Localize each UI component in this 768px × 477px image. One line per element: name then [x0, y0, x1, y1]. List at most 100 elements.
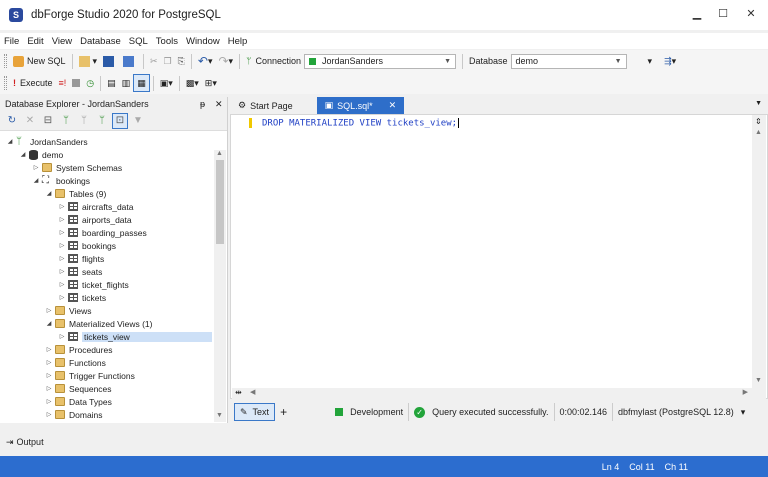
expand-icon[interactable]: ▷: [45, 359, 53, 366]
editor-hscrollbar[interactable]: ⇹ ◀ ▶: [232, 388, 752, 399]
output-panel-tab[interactable]: ⇥ Output: [0, 432, 768, 452]
tab-sql[interactable]: ▣ SQL.sql* ✕: [316, 97, 405, 114]
tree-item[interactable]: ▷ Functions: [45, 356, 106, 369]
close-icon[interactable]: ✕: [215, 99, 223, 110]
menu-window[interactable]: Window: [182, 36, 224, 47]
refresh-icon[interactable]: ↻: [4, 113, 20, 129]
scroll-left-icon[interactable]: ◀: [250, 388, 255, 396]
pin-icon[interactable]: ᵽ: [200, 99, 205, 109]
tree-item[interactable]: ▷ Views: [45, 304, 92, 317]
expand-icon[interactable]: ▷: [58, 242, 66, 249]
properties-icon[interactable]: ⊟: [40, 113, 56, 129]
screenshot-button[interactable]: ▩ ▾: [183, 74, 202, 92]
paste-button[interactable]: ⎘: [175, 52, 188, 70]
expand-icon[interactable]: ▷: [45, 372, 53, 379]
menu-sql[interactable]: SQL: [125, 36, 152, 47]
tree-item[interactable]: ◢ ⛶ bookings: [32, 174, 90, 187]
expand-icon[interactable]: ▷: [45, 307, 53, 314]
tree-item[interactable]: ▷ aircrafts_data: [58, 200, 134, 213]
collapse-icon[interactable]: ◢: [45, 320, 53, 327]
tabs-dropdown-icon[interactable]: ▼: [755, 100, 762, 107]
tree-item-selected[interactable]: ▷ tickets_view: [58, 330, 212, 343]
scroll-down-icon[interactable]: ▼: [216, 412, 223, 419]
expand-icon[interactable]: ▷: [45, 411, 53, 418]
database-combo[interactable]: demo ▼: [510, 53, 627, 69]
tree-item[interactable]: ◢ ᛘ JordanSanders: [6, 135, 88, 148]
expand-icon[interactable]: ▷: [58, 229, 66, 236]
execute-current-button[interactable]: ≡!: [56, 74, 70, 92]
new-connection-icon[interactable]: ᛘ: [58, 113, 74, 129]
options-button[interactable]: ⊞ ▾: [202, 74, 220, 92]
tree-item[interactable]: ▷ Domains: [45, 408, 103, 421]
disconnect-icon[interactable]: ᛘ: [94, 113, 110, 129]
tree-item[interactable]: ▷ Data Types: [45, 395, 112, 408]
collapse-icon[interactable]: ◢: [45, 190, 53, 197]
expand-icon[interactable]: ▷: [58, 255, 66, 262]
split-horizontal-icon[interactable]: ⇹: [235, 388, 242, 397]
tree-item[interactable]: ▷ System Schemas: [32, 161, 122, 174]
menu-tools[interactable]: Tools: [152, 36, 182, 47]
collapse-icon[interactable]: ◢: [32, 177, 40, 184]
tab-start-page[interactable]: ⚙ Start Page: [230, 97, 301, 114]
toolbar-grip[interactable]: [4, 76, 7, 90]
scroll-up-icon[interactable]: ▲: [216, 150, 223, 157]
expand-icon[interactable]: ▷: [58, 333, 66, 340]
tree-item[interactable]: ▷ ticket_flights: [58, 278, 129, 291]
redo-button[interactable]: ↷ ▾: [215, 52, 236, 70]
toolbar-overflow-button[interactable]: ▾: [645, 52, 656, 70]
tree-item[interactable]: ▷ airports_data: [58, 213, 132, 226]
tree-item[interactable]: ▷ bookings: [58, 239, 116, 252]
editor-scrollbar[interactable]: ⇕ ▲ ▼: [752, 115, 766, 400]
tree-item[interactable]: ▷ Trigger Functions: [45, 369, 135, 382]
expand-icon[interactable]: ▷: [58, 268, 66, 275]
expand-icon[interactable]: ▷: [58, 294, 66, 301]
execute-button[interactable]: ! Execute: [10, 74, 56, 92]
text-view-button[interactable]: ✎ Text: [234, 403, 276, 421]
menu-help[interactable]: Help: [224, 36, 252, 47]
filter-toggle-icon[interactable]: ⊡: [112, 112, 128, 129]
collapse-icon[interactable]: ◢: [19, 151, 27, 158]
expand-icon[interactable]: ▷: [58, 281, 66, 288]
expand-icon[interactable]: ▷: [58, 216, 66, 223]
close-tab-icon[interactable]: ✕: [389, 100, 397, 111]
comment-button[interactable]: ▤: [104, 74, 119, 92]
menu-database[interactable]: Database: [76, 36, 125, 47]
format-button[interactable]: ⇶ ▾: [661, 52, 679, 70]
tree-item[interactable]: ▷ Procedures: [45, 343, 113, 356]
copy-button[interactable]: ❐: [161, 52, 175, 70]
expand-icon[interactable]: ▷: [45, 385, 53, 392]
add-tab-button[interactable]: +: [275, 403, 292, 421]
new-sql-button[interactable]: New SQL: [10, 52, 69, 70]
close-window-button[interactable]: ✕: [734, 0, 768, 26]
expand-icon[interactable]: ▷: [45, 398, 53, 405]
filter-icon[interactable]: ▼: [130, 113, 146, 129]
toolbar-grip[interactable]: [4, 54, 7, 68]
tree-item[interactable]: ▷ boarding_passes: [58, 226, 147, 239]
delete-icon[interactable]: ✕: [22, 113, 38, 129]
edit-connection-icon[interactable]: ᛘ: [76, 113, 92, 129]
explorer-scrollbar[interactable]: ▲ ▼: [214, 150, 226, 422]
status-dropdown-icon[interactable]: ▾: [739, 403, 748, 421]
menu-view[interactable]: View: [48, 36, 76, 47]
results-toggle-button[interactable]: ▦: [133, 74, 150, 92]
tree-item[interactable]: ▷ Sequences: [45, 382, 112, 395]
save-button[interactable]: [100, 52, 120, 70]
menu-file[interactable]: File: [0, 36, 23, 47]
collapse-icon[interactable]: ◢: [6, 138, 14, 145]
connection-combo[interactable]: JordanSanders ▼: [304, 53, 457, 69]
sql-code[interactable]: DROP MATERIALIZED VIEW tickets_view;: [262, 118, 460, 129]
scroll-right-icon[interactable]: ▶: [743, 388, 748, 396]
expand-icon[interactable]: ▷: [58, 203, 66, 210]
tree-item[interactable]: ◢ Materialized Views (1): [45, 317, 153, 330]
tree-item[interactable]: ◢ Tables (9): [45, 187, 107, 200]
tree-item[interactable]: ▷ flights: [58, 252, 105, 265]
expand-icon[interactable]: ▷: [45, 346, 53, 353]
undo-button[interactable]: ↶ ▾: [195, 52, 216, 70]
layout-button[interactable]: ▣ ▾: [157, 74, 176, 92]
split-icon[interactable]: ⇕: [755, 117, 762, 126]
open-button[interactable]: ▾: [76, 52, 101, 70]
tree-item[interactable]: ▷ seats: [58, 265, 103, 278]
tree-item[interactable]: ▷ tickets: [58, 291, 106, 304]
stop-button[interactable]: [69, 74, 83, 92]
scroll-down-icon[interactable]: ▼: [755, 377, 762, 384]
